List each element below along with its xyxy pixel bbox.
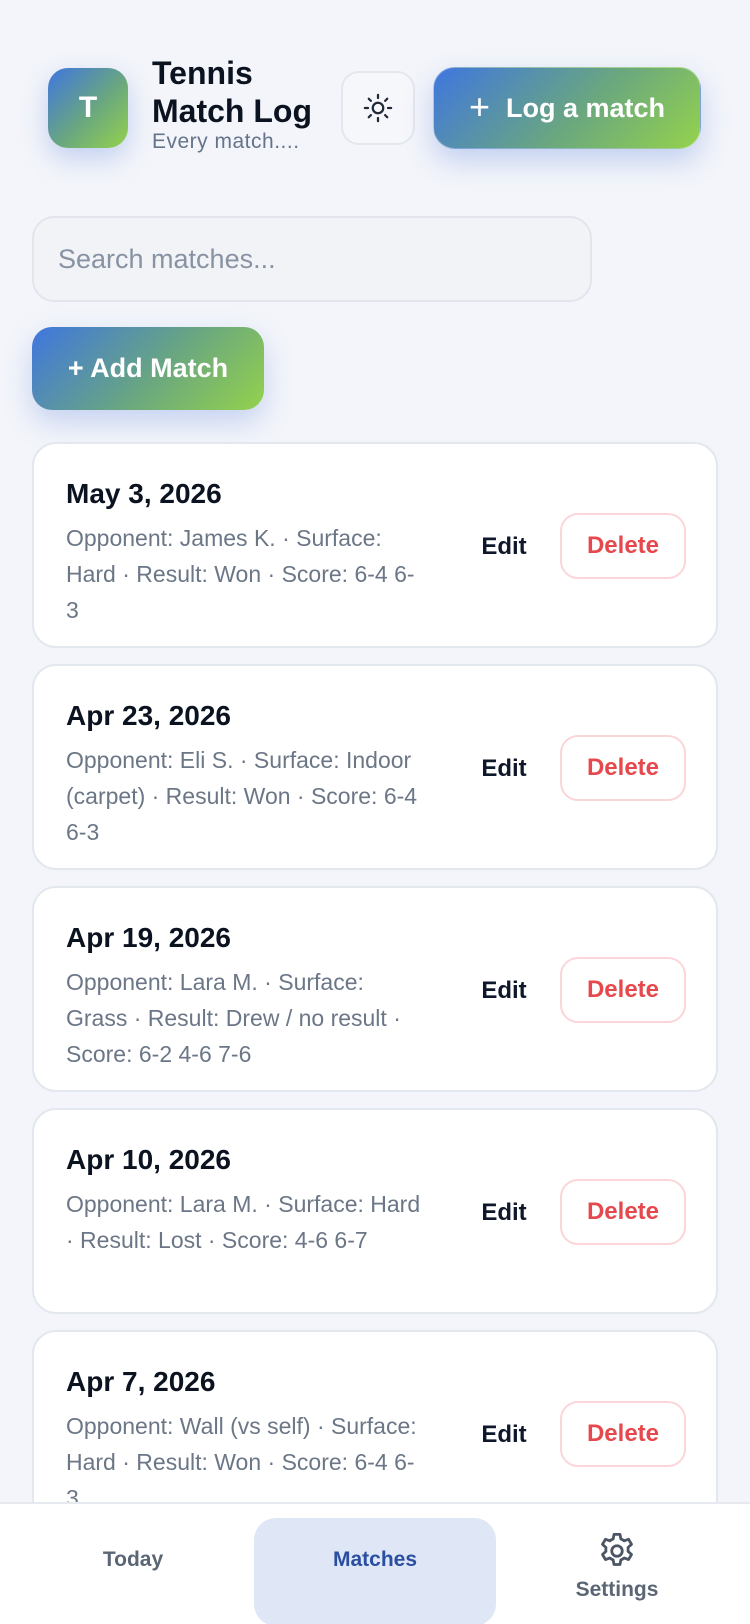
match-details: Opponent: Eli S. · Surface: Indoor (carp… bbox=[66, 747, 418, 845]
nav-tab-label: Settings bbox=[575, 1578, 659, 1601]
app-screen: T Tennis Match Log Every match.... + Log… bbox=[0, 0, 750, 1624]
theme-toggle-button[interactable] bbox=[341, 71, 415, 145]
edit-button[interactable]: Edit bbox=[464, 736, 544, 802]
gear-icon bbox=[601, 1532, 633, 1566]
nav-tab-label: Today bbox=[102, 1548, 164, 1571]
add-match-button[interactable]: + Add Match bbox=[32, 327, 264, 410]
sun-icon bbox=[363, 93, 393, 123]
match-date: Apr 23, 2026 bbox=[66, 700, 231, 731]
search-input[interactable] bbox=[32, 216, 592, 302]
nav-tab-today[interactable]: Today bbox=[30, 1518, 236, 1624]
delete-button[interactable]: Delete bbox=[560, 513, 686, 579]
match-details: Opponent: Lara M. · Surface: Grass · Res… bbox=[66, 969, 401, 1067]
match-list: May 3, 2026 Opponent: James K. · Surface… bbox=[32, 442, 718, 1552]
match-date: Apr 10, 2026 bbox=[66, 1144, 231, 1175]
app-subtitle: Every match.... bbox=[152, 130, 300, 153]
nav-tab-settings[interactable]: Settings bbox=[512, 1518, 722, 1624]
match-card: Apr 19, 2026 Opponent: Lara M. · Surface… bbox=[32, 886, 718, 1092]
match-details: Opponent: James K. · Surface: Hard · Res… bbox=[66, 525, 415, 623]
edit-button[interactable]: Edit bbox=[464, 514, 544, 580]
match-date: Apr 7, 2026 bbox=[66, 1366, 216, 1397]
match-date: May 3, 2026 bbox=[66, 478, 222, 509]
match-details: Opponent: Wall (vs self) · Surface: Hard… bbox=[66, 1413, 417, 1511]
log-match-button[interactable]: + Log a match bbox=[433, 67, 701, 149]
delete-button[interactable]: Delete bbox=[560, 735, 686, 801]
match-details: Opponent: Lara M. · Surface: Hard · Resu… bbox=[66, 1191, 421, 1253]
delete-button[interactable]: Delete bbox=[560, 957, 686, 1023]
delete-button[interactable]: Delete bbox=[560, 1401, 686, 1467]
match-card: May 3, 2026 Opponent: James K. · Surface… bbox=[32, 442, 718, 648]
bottom-nav: Today Matches Settings bbox=[0, 1502, 750, 1624]
nav-tab-matches[interactable]: Matches bbox=[254, 1518, 496, 1624]
match-card: Apr 23, 2026 Opponent: Eli S. · Surface:… bbox=[32, 664, 718, 870]
edit-button[interactable]: Edit bbox=[464, 958, 544, 1024]
nav-tab-label: Matches bbox=[332, 1548, 418, 1571]
delete-button[interactable]: Delete bbox=[560, 1179, 686, 1245]
app-title: Tennis Match Log bbox=[152, 55, 312, 129]
match-card: Apr 10, 2026 Opponent: Lara M. · Surface… bbox=[32, 1108, 718, 1314]
match-date: Apr 19, 2026 bbox=[66, 922, 231, 953]
plus-icon: + bbox=[468, 85, 490, 127]
edit-button[interactable]: Edit bbox=[464, 1180, 544, 1246]
log-match-label: Log a match bbox=[506, 92, 666, 123]
edit-button[interactable]: Edit bbox=[464, 1402, 544, 1468]
app-logo: T bbox=[48, 68, 128, 148]
